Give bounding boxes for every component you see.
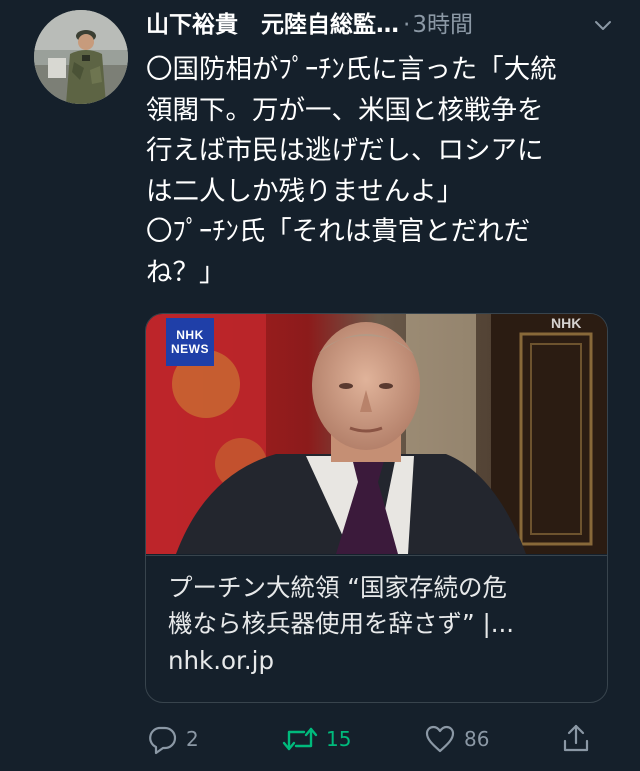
chevron-down-icon[interactable] [590,12,616,38]
action-bar: 2 15 86 [146,720,616,758]
avatar-image [34,10,128,104]
link-card[interactable]: NHK NHK NEWS プーチン大統領 “国家存続の危 機なら核兵器使用を辞さ… [145,313,608,703]
logo-line-2: NEWS [171,342,209,356]
retweet-icon [282,727,318,751]
tweet-text: 〇国防相がﾌﾟｰﾁﾝ氏に言った「大統 領閣下。万が一、米国と核戦争を 行えば市民… [146,54,557,288]
like-button[interactable]: 86 [424,720,489,758]
card-image[interactable]: NHK NHK NEWS [146,314,607,554]
reply-count: 2 [186,727,199,751]
display-name[interactable]: 山下裕貴 元陸自総監… [146,10,399,40]
card-text[interactable]: プーチン大統領 “国家存続の危 機なら核兵器使用を辞さず” |... nhk.o… [146,555,607,678]
like-count: 86 [464,727,490,751]
avatar[interactable] [34,10,128,104]
nhk-news-logo: NHK NEWS [166,318,214,366]
card-photo: NHK [146,314,607,554]
share-button[interactable] [560,720,592,758]
timestamp[interactable]: 3時間 [412,10,473,40]
heart-icon [425,725,455,753]
separator-dot: · [403,12,411,38]
tweet-header: 山下裕貴 元陸自総監… · 3時間 [146,8,616,42]
logo-line-1: NHK [176,328,204,342]
share-icon [563,724,589,752]
tweet[interactable]: 山下裕貴 元陸自総監… · 3時間 〇国防相がﾌﾟｰﾁﾝ氏に言った「大統 領閣下… [0,0,640,771]
retweet-button[interactable]: 15 [282,720,351,758]
card-domain: nhk.or.jp [168,646,274,675]
retweet-count: 15 [326,727,352,751]
reply-button[interactable]: 2 [146,720,199,758]
svg-text:NHK: NHK [551,315,581,331]
reply-icon [149,726,177,755]
card-title: プーチン大統領 “国家存続の危 機なら核兵器使用を辞さず” |... [168,573,515,638]
